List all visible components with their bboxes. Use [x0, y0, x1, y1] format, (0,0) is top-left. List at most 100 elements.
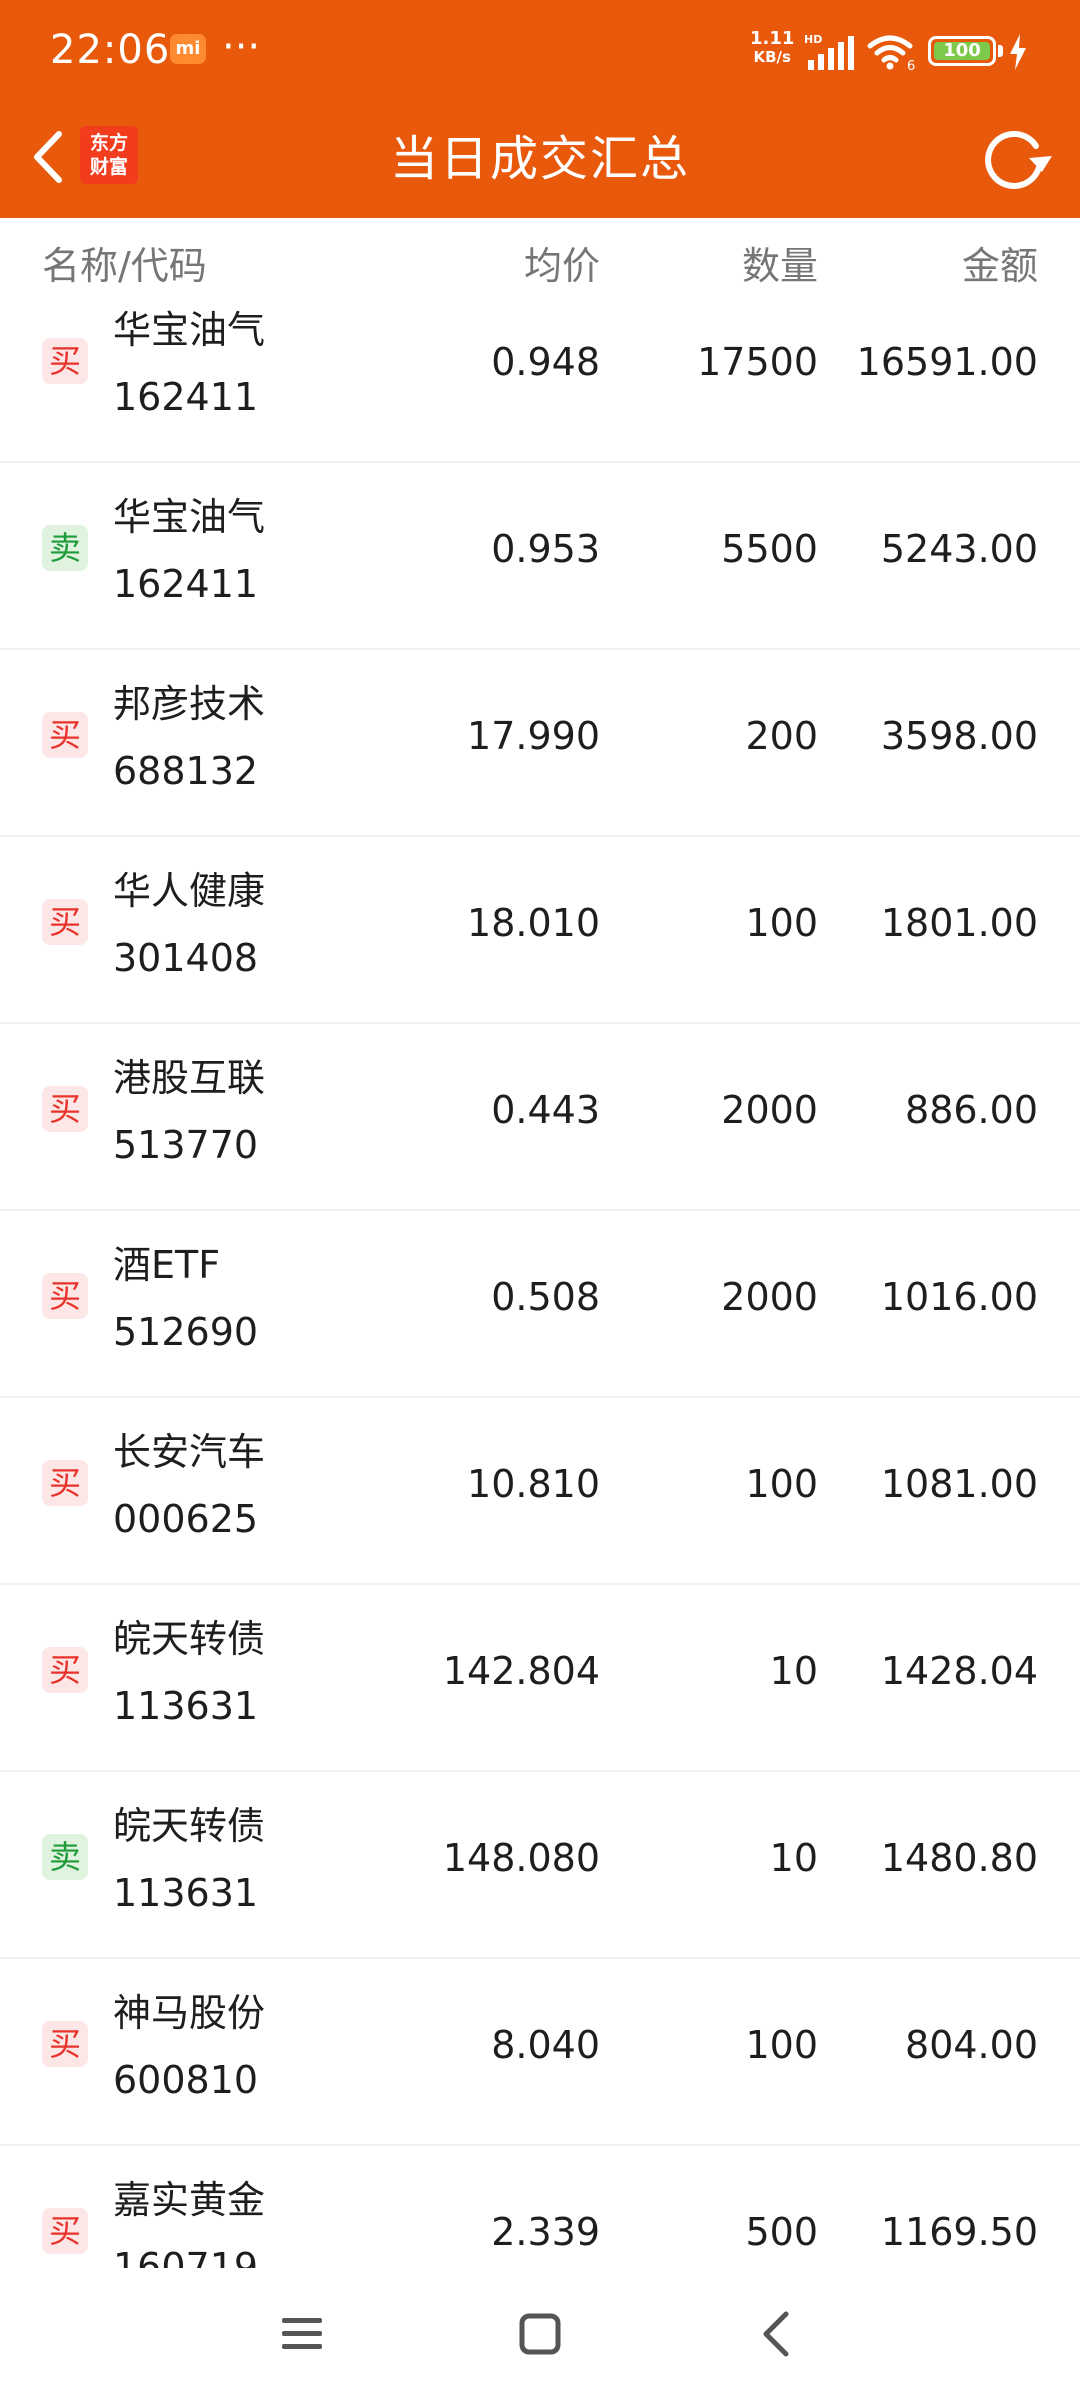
transaction-row[interactable]: 买 长安汽车 000625 10.810 100 1081.00 — [0, 1398, 1080, 1585]
avg-price: 0.948 — [491, 340, 600, 384]
stock-code: 113631 — [113, 1871, 259, 1915]
transaction-list[interactable]: 买 华宝油气 162411 0.948 17500 16591.00 卖 华宝油… — [0, 308, 1080, 2268]
transaction-row[interactable]: 买 邦彦技术 688132 17.990 200 3598.00 — [0, 650, 1080, 837]
network-speed-unit: KB/s — [753, 48, 791, 66]
amount: 1480.80 — [880, 1836, 1038, 1880]
buy-tag: 买 — [42, 1460, 88, 1506]
stock-code: 513770 — [113, 1123, 259, 1167]
quantity: 200 — [745, 714, 818, 758]
stock-name: 嘉实黄金 — [113, 2178, 266, 2222]
stock-code: 162411 — [113, 562, 259, 606]
menu-icon — [282, 2318, 322, 2349]
quantity: 100 — [745, 1462, 818, 1506]
transaction-row[interactable]: 卖 华宝油气 162411 0.953 5500 5243.00 — [0, 463, 1080, 650]
stock-name: 神马股份 — [113, 1991, 266, 2035]
quantity: 10 — [769, 1649, 818, 1693]
recent-apps-button[interactable] — [272, 2304, 332, 2364]
refresh-button[interactable] — [980, 124, 1052, 194]
buy-tag: 买 — [42, 1086, 88, 1132]
back-button[interactable] — [18, 122, 78, 192]
battery-tip — [998, 45, 1003, 57]
back-chevron-icon — [763, 2311, 789, 2357]
quantity: 2000 — [721, 1088, 818, 1132]
stock-name: 华人健康 — [113, 869, 266, 913]
stock-code: 160719 — [113, 2245, 259, 2268]
amount: 1169.50 — [880, 2210, 1038, 2254]
quantity: 17500 — [697, 340, 818, 384]
avg-price: 0.443 — [491, 1088, 600, 1132]
transaction-row[interactable]: 买 嘉实黄金 160719 2.339 500 1169.50 — [0, 2146, 1080, 2268]
quantity: 5500 — [721, 527, 818, 571]
stock-name: 港股互联 — [113, 1056, 266, 1100]
sell-tag: 卖 — [42, 525, 88, 571]
system-back-button[interactable] — [746, 2304, 806, 2364]
home-square-icon — [519, 2313, 561, 2355]
svg-text:6: 6 — [907, 59, 915, 72]
network-speed: 1.11 KB/s — [750, 30, 794, 67]
column-header-qty: 数量 — [741, 244, 818, 288]
buy-tag: 买 — [42, 2208, 88, 2254]
sell-tag: 卖 — [42, 1834, 88, 1880]
transaction-row[interactable]: 买 酒ETF 512690 0.508 2000 1016.00 — [0, 1211, 1080, 1398]
avg-price: 17.990 — [467, 714, 600, 758]
system-nav-bar — [0, 2268, 1080, 2400]
stock-code: 512690 — [113, 1310, 259, 1354]
battery-icon: 100 — [928, 36, 996, 66]
buy-tag: 买 — [42, 338, 88, 384]
avg-price: 148.080 — [442, 1836, 600, 1880]
transaction-row[interactable]: 买 华人健康 301408 18.010 100 1801.00 — [0, 837, 1080, 1024]
buy-tag: 买 — [42, 1647, 88, 1693]
quantity: 2000 — [721, 1275, 818, 1319]
back-arrow-icon — [34, 131, 62, 183]
status-bar: 22:06 mi ··· 1.11 KB/s HD 6 100 — [0, 0, 1080, 100]
page-title: 当日成交汇总 — [389, 131, 690, 187]
transaction-row[interactable]: 买 皖天转债 113631 142.804 10 1428.04 — [0, 1585, 1080, 1772]
quantity: 100 — [745, 2023, 818, 2067]
amount: 3598.00 — [880, 714, 1038, 758]
amount: 1428.04 — [880, 1649, 1038, 1693]
home-button[interactable] — [510, 2304, 570, 2364]
stock-code: 162411 — [113, 375, 259, 419]
app-header: 22:06 mi ··· 1.11 KB/s HD 6 100 当日成交汇总 东… — [0, 0, 1080, 218]
avg-price: 2.339 — [491, 2210, 600, 2254]
avg-price: 8.040 — [491, 2023, 600, 2067]
stock-name: 酒ETF — [113, 1243, 221, 1287]
amount: 1801.00 — [880, 901, 1038, 945]
quantity: 10 — [769, 1836, 818, 1880]
transaction-row[interactable]: 买 神马股份 600810 8.040 100 804.00 — [0, 1959, 1080, 2146]
avg-price: 10.810 — [467, 1462, 600, 1506]
title-bar: 当日成交汇总 东方 财富 — [0, 100, 1080, 218]
buy-tag: 买 — [42, 899, 88, 945]
charging-bolt-icon — [1010, 34, 1026, 70]
buy-tag: 买 — [42, 712, 88, 758]
amount: 1016.00 — [880, 1275, 1038, 1319]
quantity: 500 — [745, 2210, 818, 2254]
mi-notification-icon: mi — [170, 34, 206, 64]
amount: 1081.00 — [880, 1462, 1038, 1506]
table-header: 名称/代码 均价 数量 金额 — [0, 218, 1080, 308]
avg-price: 0.508 — [491, 1275, 600, 1319]
battery-level: 100 — [934, 42, 990, 60]
stock-code: 000625 — [113, 1497, 259, 1541]
more-notifications-icon: ··· — [222, 24, 261, 70]
stock-name: 皖天转债 — [113, 1804, 266, 1848]
stock-name: 华宝油气 — [113, 495, 266, 539]
stock-name: 华宝油气 — [113, 308, 266, 352]
avg-price: 18.010 — [467, 901, 600, 945]
avg-price: 142.804 — [442, 1649, 600, 1693]
stock-name: 皖天转债 — [113, 1617, 266, 1661]
transaction-row[interactable]: 买 华宝油气 162411 0.948 17500 16591.00 — [0, 308, 1080, 463]
signal-hd-label: HD — [804, 33, 822, 46]
amount: 886.00 — [905, 1088, 1038, 1132]
column-header-amount: 金额 — [961, 244, 1038, 288]
transaction-row[interactable]: 卖 皖天转债 113631 148.080 10 1480.80 — [0, 1772, 1080, 1959]
status-time: 22:06 — [50, 27, 171, 73]
column-header-price: 均价 — [523, 244, 600, 288]
transaction-row[interactable]: 买 港股互联 513770 0.443 2000 886.00 — [0, 1024, 1080, 1211]
avg-price: 0.953 — [491, 527, 600, 571]
stock-code: 301408 — [113, 936, 259, 980]
stock-code: 113631 — [113, 1684, 259, 1728]
stock-name: 长安汽车 — [113, 1430, 266, 1474]
app-logo[interactable]: 东方 财富 — [80, 126, 138, 184]
stock-name: 邦彦技术 — [113, 682, 266, 726]
